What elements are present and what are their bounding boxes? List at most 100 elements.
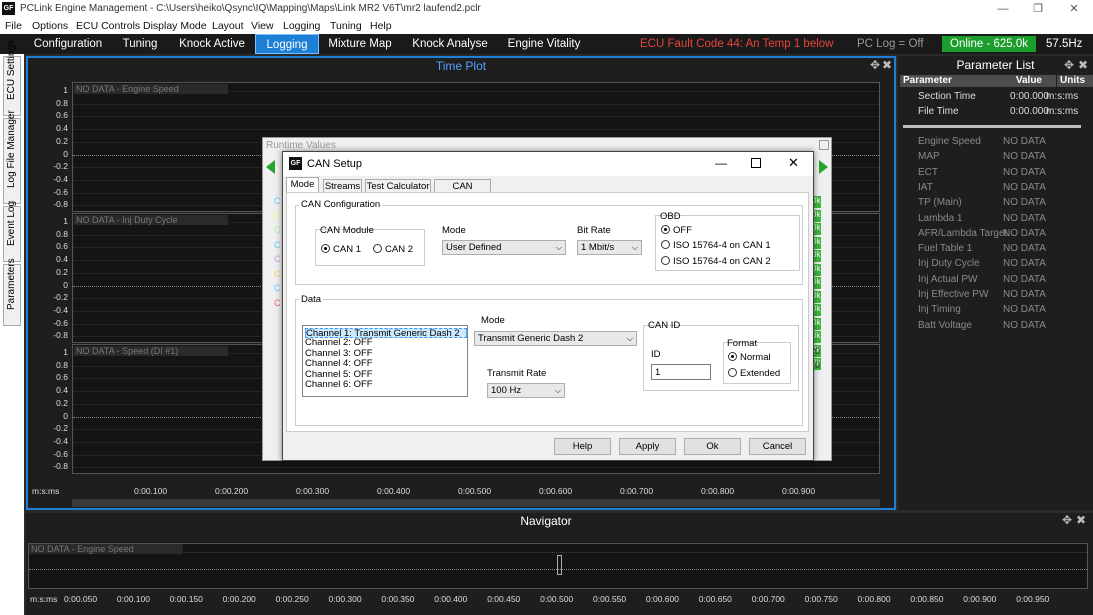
side-tab-event-log[interactable]: Event Log bbox=[3, 201, 21, 262]
param-name[interactable]: Engine Speed bbox=[918, 136, 981, 147]
menu-logging[interactable]: Logging bbox=[283, 20, 320, 32]
grid-line bbox=[73, 103, 879, 105]
obd-off-radio[interactable] bbox=[661, 225, 670, 234]
param-name[interactable]: Inj Effective PW bbox=[918, 289, 988, 300]
param-name[interactable]: Inj Duty Cycle bbox=[918, 258, 980, 269]
previous-page-icon[interactable] bbox=[266, 160, 275, 174]
dialog-tab-test-calculator[interactable]: Test Calculator bbox=[365, 179, 431, 193]
column-value[interactable]: Value bbox=[986, 75, 1056, 87]
navigator-title: Navigator bbox=[520, 514, 572, 528]
format-label: Format bbox=[727, 338, 758, 349]
close-panel-icon[interactable]: ✖ bbox=[882, 58, 892, 72]
tab-knock-analyse[interactable]: Knock Analyse bbox=[408, 34, 492, 54]
close-icon[interactable]: ✕ bbox=[1056, 0, 1092, 18]
param-name[interactable]: ECT bbox=[918, 167, 938, 178]
column-parameter[interactable]: Parameter bbox=[900, 75, 987, 87]
y-tick-label: 0.4 bbox=[56, 385, 68, 396]
param-units: m:s:ms bbox=[1046, 106, 1079, 117]
mode-select[interactable]: User Defined ⌵ bbox=[442, 240, 566, 255]
close-panel-icon[interactable]: ✖ bbox=[1076, 513, 1086, 527]
transmit-rate-select[interactable]: 100 Hz ⌵ bbox=[487, 383, 565, 398]
side-tab-parameters[interactable]: Parameters bbox=[3, 258, 21, 326]
channel-list-item[interactable]: Channel 6: OFF bbox=[305, 380, 467, 390]
dialog-tab-can-devices[interactable]: CAN Devices bbox=[434, 179, 491, 206]
param-value: NO DATA bbox=[1003, 319, 1046, 331]
navigator-tick-label: 0:00.750 bbox=[804, 594, 838, 604]
close-panel-icon[interactable]: ✖ bbox=[1078, 58, 1088, 72]
navigator-plot[interactable] bbox=[28, 543, 1088, 589]
move-icon[interactable]: ✥ bbox=[1064, 58, 1074, 72]
param-name[interactable]: Batt Voltage bbox=[918, 320, 972, 331]
param-name[interactable]: IAT bbox=[918, 182, 933, 193]
navigator-cursor-handle[interactable] bbox=[557, 555, 562, 575]
time-plot-scrollbar[interactable] bbox=[72, 499, 880, 507]
menu-view[interactable]: View bbox=[251, 20, 274, 32]
plot-nodata-label: NO DATA - Speed (DI #1) bbox=[74, 346, 228, 356]
menu-display-mode[interactable]: Display Mode bbox=[143, 20, 207, 32]
tab-tuning[interactable]: Tuning bbox=[116, 34, 164, 54]
transmit-rate-label: Transmit Rate bbox=[487, 368, 547, 379]
channel-list-item[interactable]: Channel 4: OFF bbox=[305, 359, 467, 369]
y-tick-label: -0.6 bbox=[53, 186, 68, 197]
tab-engine-vitality[interactable]: Engine Vitality bbox=[502, 34, 586, 54]
dialog-tab-streams[interactable]: Streams bbox=[323, 179, 362, 193]
y-tick-label: -0.2 bbox=[53, 161, 68, 172]
can1-radio[interactable] bbox=[321, 244, 330, 253]
next-page-icon[interactable] bbox=[819, 160, 828, 174]
close-icon[interactable]: ✕ bbox=[788, 155, 799, 171]
tab-configuration[interactable]: Configuration bbox=[28, 34, 108, 54]
param-name[interactable]: Inj Actual PW bbox=[918, 274, 977, 285]
param-name[interactable]: Lambda 1 bbox=[918, 213, 962, 224]
ok-button[interactable]: Ok bbox=[684, 438, 741, 455]
minimize-icon[interactable]: — bbox=[715, 156, 727, 170]
fault-status[interactable]: ECU Fault Code 44: An Temp 1 below Er bbox=[640, 34, 836, 54]
param-name[interactable]: Fuel Table 1 bbox=[918, 243, 972, 254]
cancel-button[interactable]: Cancel bbox=[749, 438, 806, 455]
menu-file[interactable]: File bbox=[5, 20, 22, 32]
side-tab-log-file-manager[interactable]: Log File Manager bbox=[3, 110, 21, 204]
dialog-tab-mode[interactable]: Mode bbox=[286, 177, 319, 192]
channel-list[interactable]: Channel 1: Transmit Generic Dash 2 Channe… bbox=[302, 325, 468, 397]
y-tick-label: 0.8 bbox=[56, 228, 68, 239]
move-icon[interactable]: ✥ bbox=[870, 58, 880, 72]
data-mode-select[interactable]: Transmit Generic Dash 2 ⌵ bbox=[474, 331, 637, 346]
navigator-tick-label: 0:00.100 bbox=[116, 594, 150, 604]
param-name[interactable]: MAP bbox=[918, 151, 940, 162]
menu-options[interactable]: Options bbox=[32, 20, 68, 32]
menu-layout[interactable]: Layout bbox=[212, 20, 244, 32]
y-tick-label: 0 bbox=[63, 148, 68, 159]
obd-can2-radio[interactable] bbox=[661, 256, 670, 265]
channel-list-item[interactable]: Channel 2: OFF bbox=[305, 338, 467, 348]
side-tab-ecu-settings[interactable]: ECU Settings bbox=[3, 40, 21, 116]
apply-button[interactable]: Apply bbox=[619, 438, 676, 455]
can2-radio[interactable] bbox=[373, 244, 382, 253]
format-normal-radio[interactable] bbox=[728, 352, 737, 361]
maximize-icon[interactable]: ❐ bbox=[1020, 0, 1056, 18]
help-button[interactable]: Help bbox=[554, 438, 611, 455]
y-tick-label: 0.2 bbox=[56, 266, 68, 277]
param-value: NO DATA bbox=[1003, 181, 1046, 193]
id-input[interactable]: 1 bbox=[651, 364, 711, 380]
move-icon[interactable]: ✥ bbox=[1062, 513, 1072, 527]
tab-mixture-map[interactable]: Mixture Map bbox=[323, 34, 397, 54]
param-name[interactable]: AFR/Lambda Target bbox=[918, 228, 1007, 239]
menu-help[interactable]: Help bbox=[370, 20, 392, 32]
pc-log-status[interactable]: PC Log = Off bbox=[857, 34, 924, 54]
runtime-close-icon[interactable] bbox=[819, 140, 829, 150]
column-units[interactable]: Units bbox=[1057, 75, 1093, 87]
menu-tuning[interactable]: Tuning bbox=[330, 20, 362, 32]
param-value: 0:00.000 bbox=[1010, 91, 1049, 102]
tab-logging[interactable]: Logging bbox=[255, 34, 319, 54]
bit-rate-select[interactable]: 1 Mbit/s ⌵ bbox=[577, 240, 642, 255]
obd-can1-radio[interactable] bbox=[661, 240, 670, 249]
param-name[interactable]: Inj Timing bbox=[918, 304, 961, 315]
chevron-down-icon: ⌵ bbox=[555, 243, 562, 252]
minimize-icon[interactable]: — bbox=[985, 0, 1021, 18]
can-configuration-label: CAN Configuration bbox=[299, 199, 383, 210]
param-name[interactable]: TP (Main) bbox=[918, 197, 962, 208]
format-extended-radio[interactable] bbox=[728, 368, 737, 377]
menu-ecu-controls[interactable]: ECU Controls bbox=[76, 20, 140, 32]
tab-knock-active[interactable]: Knock Active bbox=[174, 34, 250, 54]
maximize-icon[interactable] bbox=[751, 158, 761, 168]
y-tick-label: 0 bbox=[63, 279, 68, 290]
